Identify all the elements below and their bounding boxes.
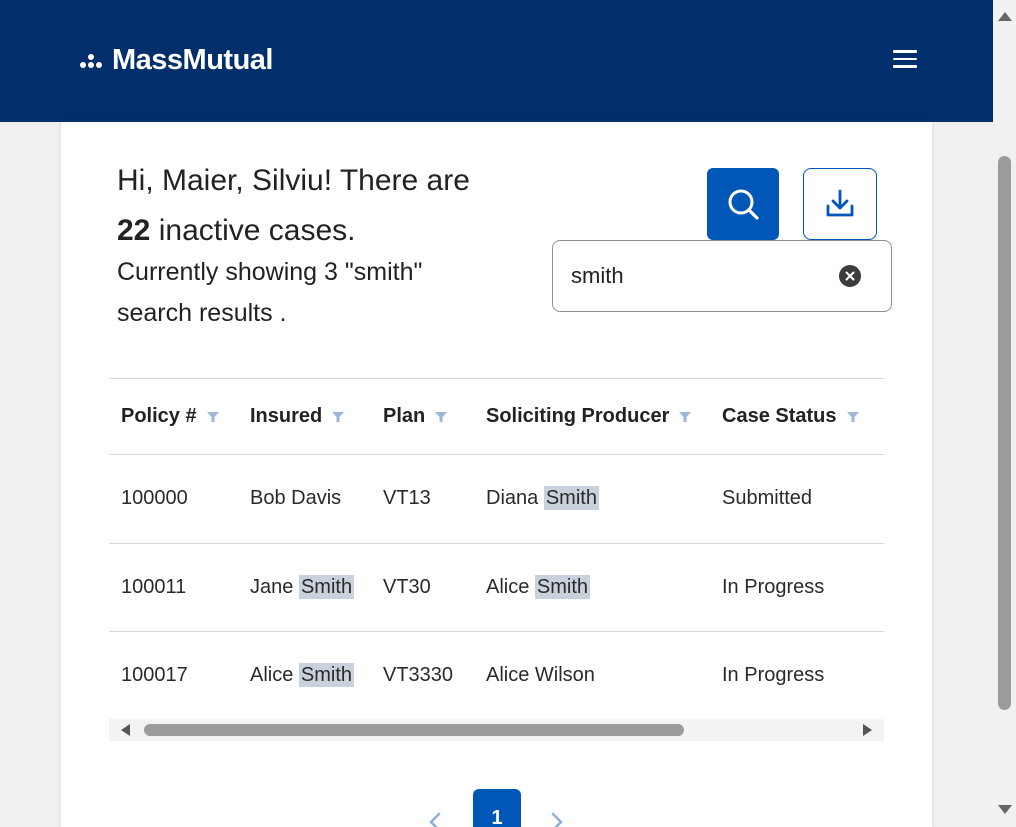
cases-table: Policy # Insured Plan Soliciting Produce… bbox=[109, 378, 884, 721]
logo-dots-icon bbox=[76, 46, 106, 76]
chevron-left-icon[interactable] bbox=[427, 811, 443, 827]
search-button[interactable] bbox=[707, 168, 779, 240]
scroll-left-icon[interactable] bbox=[121, 724, 130, 736]
filter-icon[interactable] bbox=[332, 411, 345, 423]
column-header-producer[interactable]: Soliciting Producer bbox=[474, 378, 710, 455]
scroll-down-icon[interactable] bbox=[998, 805, 1012, 814]
hamburger-icon bbox=[893, 50, 917, 53]
column-header-status[interactable]: Case Status bbox=[710, 378, 884, 455]
logo-text: MassMutual bbox=[112, 44, 273, 76]
search-highlight: Smith bbox=[298, 663, 355, 688]
filter-icon[interactable] bbox=[435, 411, 448, 423]
greeting-heading: Hi, Maier, Silviu! There are 22 inactive… bbox=[117, 156, 537, 256]
horizontal-scroll-thumb[interactable] bbox=[144, 724, 684, 736]
search-highlight: Smith bbox=[534, 574, 591, 599]
search-results-summary: Currently showing 3 "smith" search resul… bbox=[117, 258, 423, 327]
cell-insured: Jane Smith bbox=[238, 543, 371, 632]
table-horizontal-scrollbar[interactable] bbox=[109, 719, 884, 741]
cell-insured: Bob Davis bbox=[238, 454, 371, 544]
scroll-up-icon[interactable] bbox=[998, 12, 1012, 21]
cell-producer: Diana Smith bbox=[474, 454, 710, 544]
cell-plan: VT3330 bbox=[371, 631, 474, 721]
search-field bbox=[552, 240, 892, 312]
cell-producer: Alice Wilson bbox=[474, 631, 710, 721]
column-header-plan[interactable]: Plan bbox=[371, 378, 474, 455]
greeting-suffix: inactive cases. bbox=[158, 214, 356, 247]
column-header-policy[interactable]: Policy # bbox=[109, 378, 238, 455]
filter-icon[interactable] bbox=[846, 411, 859, 423]
pagination: 1 bbox=[61, 787, 932, 827]
table-row[interactable]: 100011 Jane Smith VT30 Alice Smith In Pr… bbox=[109, 543, 884, 632]
search-highlight: Smith bbox=[298, 574, 355, 599]
clear-search-button[interactable] bbox=[839, 265, 861, 287]
cell-status: Submitted bbox=[710, 454, 884, 544]
cell-plan: VT30 bbox=[371, 543, 474, 632]
table-row[interactable]: 100000 Bob Davis VT13 Diana Smith Submit… bbox=[109, 454, 884, 544]
cell-status: In Progress bbox=[710, 543, 884, 632]
table-header-row: Policy # Insured Plan Soliciting Produce… bbox=[109, 378, 884, 455]
massmutual-logo[interactable]: MassMutual bbox=[76, 44, 273, 77]
filter-icon[interactable] bbox=[679, 411, 692, 423]
cell-policy: 100011 bbox=[109, 543, 238, 632]
case-count: 22 bbox=[117, 214, 151, 247]
filter-icon[interactable] bbox=[206, 411, 219, 423]
hamburger-menu-button[interactable] bbox=[893, 50, 919, 70]
cell-plan: VT13 bbox=[371, 454, 474, 544]
cases-table-container: Policy # Insured Plan Soliciting Produce… bbox=[109, 378, 884, 721]
search-input[interactable] bbox=[571, 261, 821, 291]
greeting-prefix: Hi, Maier, Silviu! There are bbox=[117, 164, 470, 197]
top-header: MassMutual bbox=[0, 0, 993, 122]
scroll-right-icon[interactable] bbox=[863, 724, 872, 736]
clear-icon bbox=[845, 271, 855, 281]
search-highlight: Smith bbox=[543, 486, 599, 511]
vertical-scroll-thumb[interactable] bbox=[998, 156, 1011, 710]
cell-status: In Progress bbox=[710, 631, 884, 721]
column-header-insured[interactable]: Insured bbox=[238, 378, 371, 455]
cases-card: Hi, Maier, Silviu! There are 22 inactive… bbox=[61, 122, 932, 827]
page-vertical-scrollbar[interactable] bbox=[993, 0, 1016, 827]
cell-insured: Alice Smith bbox=[238, 631, 371, 721]
cell-policy: 100000 bbox=[109, 454, 238, 544]
chevron-right-icon[interactable] bbox=[549, 811, 565, 827]
download-icon bbox=[826, 189, 854, 217]
table-row[interactable]: 100017 Alice Smith VT3330 Alice Wilson I… bbox=[109, 631, 884, 721]
search-icon bbox=[728, 189, 759, 220]
page-button-current[interactable]: 1 bbox=[473, 789, 521, 827]
download-button[interactable] bbox=[803, 168, 877, 240]
cell-policy: 100017 bbox=[109, 631, 238, 721]
cell-producer: Alice Smith bbox=[474, 543, 710, 632]
